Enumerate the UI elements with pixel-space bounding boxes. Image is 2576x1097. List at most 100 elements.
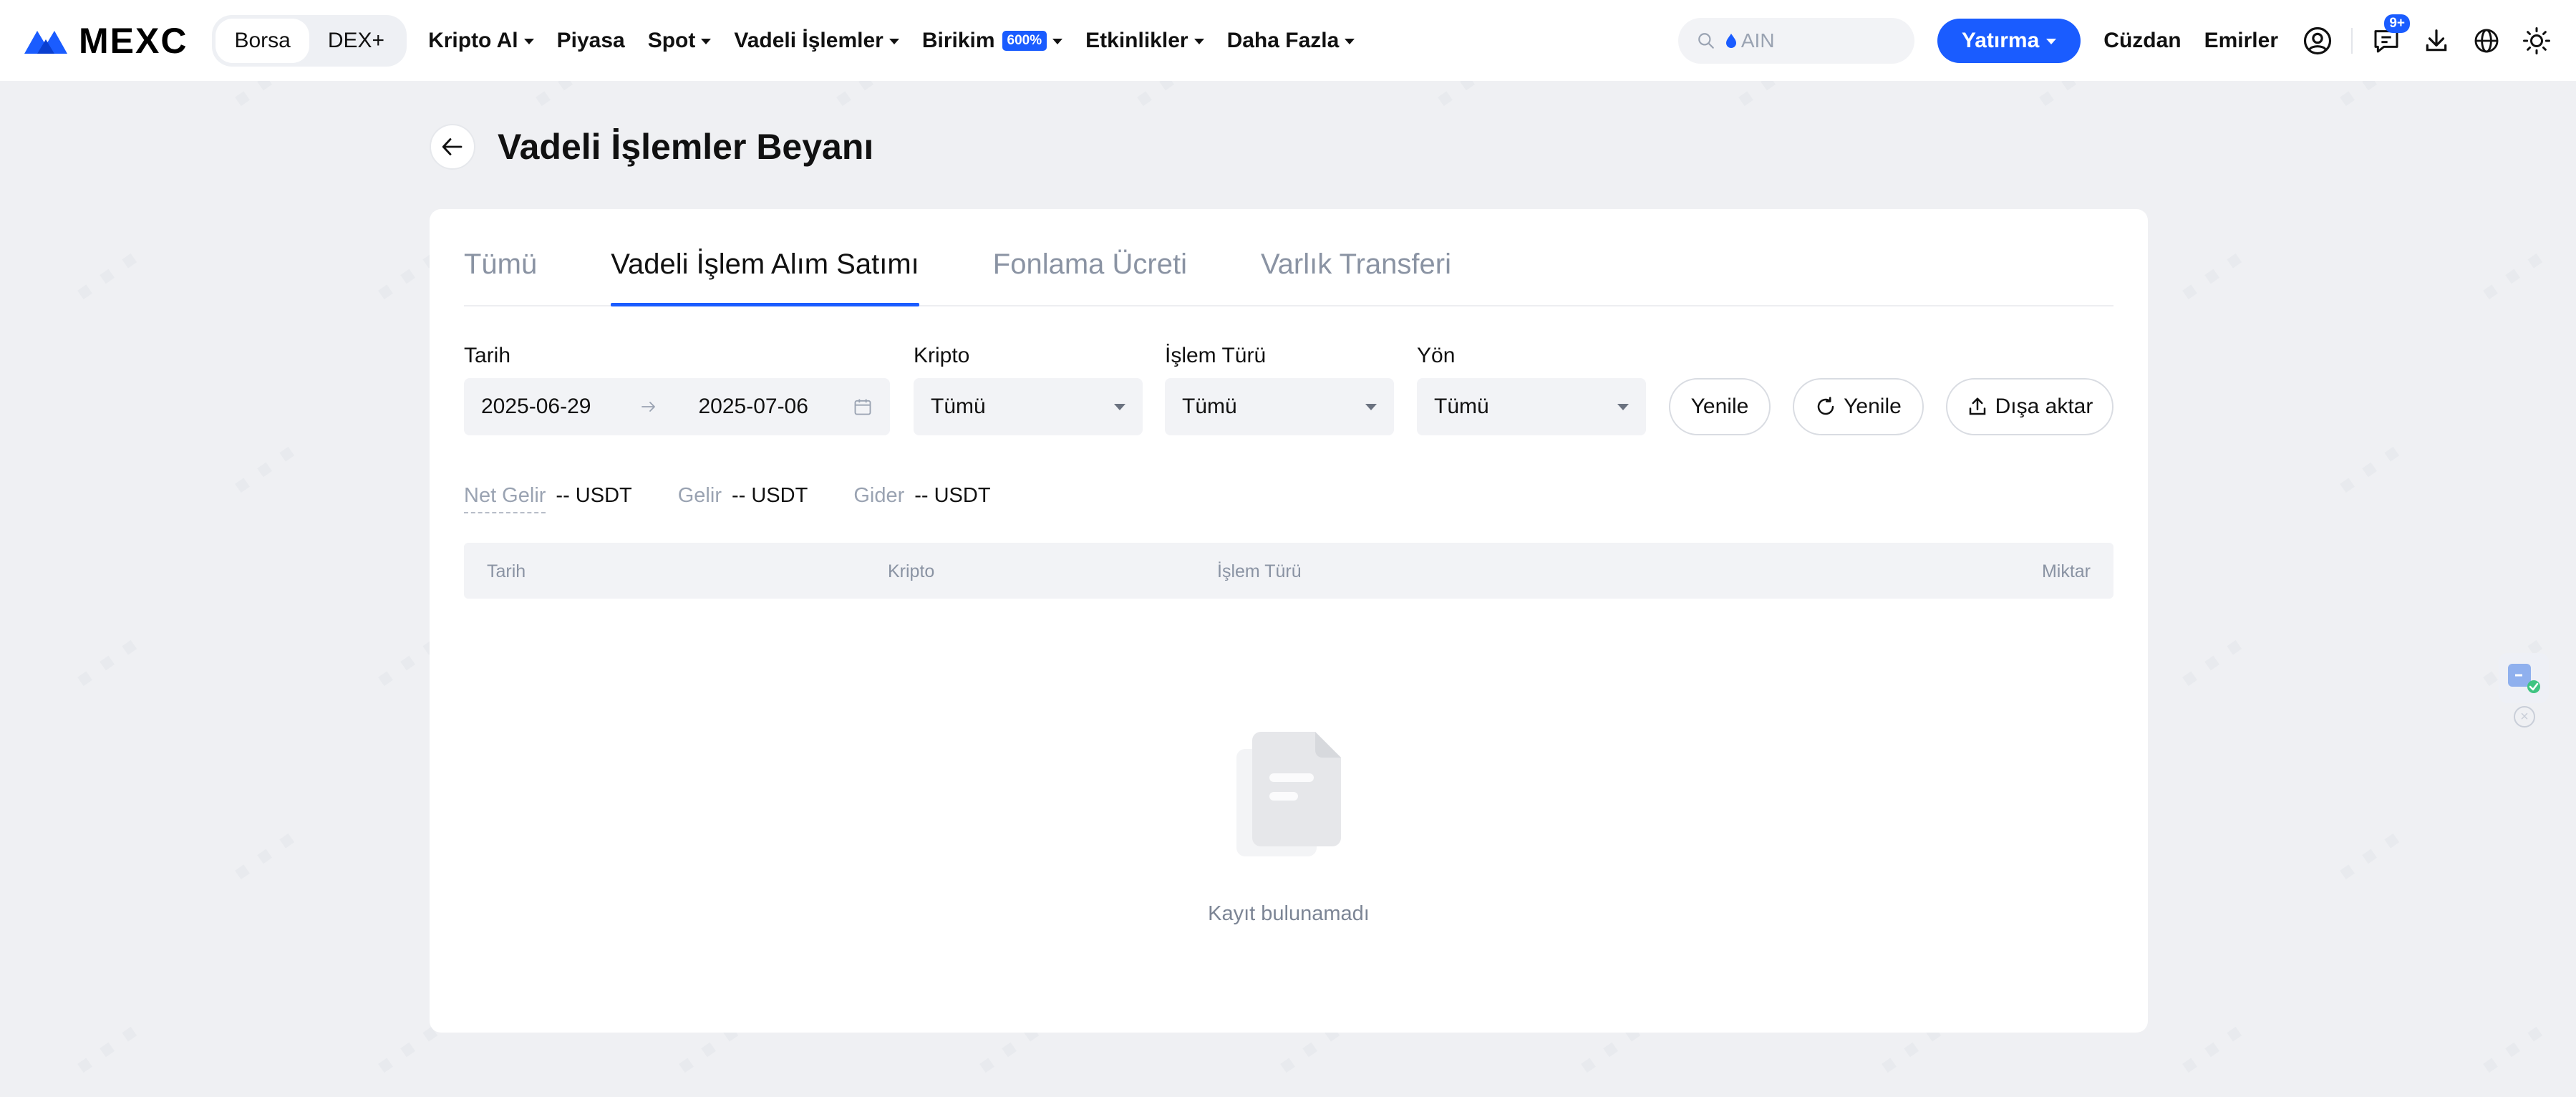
watermark-mark: ▪ ▪ ▪ (0, 816, 6, 895)
income-label: Gelir (677, 484, 722, 507)
caret-down-icon (888, 38, 899, 44)
search-input[interactable]: AIN (1677, 17, 1914, 64)
nav-daha-fazla[interactable]: Daha Fazla (1227, 29, 1355, 53)
watermark-mark: ▪ ▪ ▪ (2326, 816, 2411, 895)
segment-borsa[interactable]: Borsa (216, 18, 309, 63)
messages-icon[interactable]: 9+ (2370, 14, 2410, 57)
caret-down-icon (1052, 38, 1063, 44)
nav-label: Piyasa (556, 28, 625, 52)
expense-value: -- USDT (914, 484, 991, 507)
back-button[interactable] (430, 124, 475, 170)
user-icon[interactable] (2301, 24, 2334, 57)
notification-badge: 9+ (2384, 14, 2410, 33)
nav-kripto-al[interactable]: Kripto Al (428, 29, 534, 53)
arrow-right-icon (641, 402, 656, 412)
empty-document-icon (1236, 732, 1341, 856)
nav-label: Vadeli İşlemler (734, 28, 883, 52)
refresh-icon (1817, 397, 1834, 415)
deposit-label: Yatırma (1961, 28, 2040, 52)
reset-button[interactable]: Yenile (1669, 378, 1771, 435)
watermark-mark: ▪ ▪ ▪ (221, 816, 306, 895)
translate-icon (2508, 664, 2540, 693)
nav-piyasa[interactable]: Piyasa (557, 29, 625, 53)
column-header-islem-turu: İşlem Türü (1217, 561, 1302, 581)
date-start[interactable]: 2025-06-29 (481, 395, 591, 419)
date-end[interactable]: 2025-07-06 (698, 395, 808, 419)
segment-dex[interactable]: DEX+ (309, 19, 403, 63)
caret-down-icon (523, 38, 534, 44)
exchange-switcher: Borsa DEX+ (212, 14, 407, 67)
column-header-kripto: Kripto (888, 561, 935, 581)
divider (2351, 27, 2353, 54)
watermark-mark: ▪ ▪ ▪ (2469, 1009, 2555, 1088)
income-value: -- USDT (731, 484, 808, 507)
watermark-mark: ▪ ▪ ▪ (2469, 236, 2555, 315)
date-range-picker[interactable]: 2025-06-29 2025-07-06 (464, 378, 890, 435)
caret-down-icon (1114, 403, 1125, 410)
direction-select-value: Tümü (1434, 395, 1489, 418)
theme-sun-icon[interactable] (2520, 24, 2553, 57)
caret-down-icon (701, 38, 712, 44)
tab-fonlama-ucreti[interactable]: Fonlama Ücreti (993, 248, 1187, 305)
nav-birikim[interactable]: Birikim 600% (922, 29, 1063, 53)
refresh-button[interactable]: Yenile (1793, 378, 1924, 435)
tab-vadeli-islem-alim-satimi[interactable]: Vadeli İşlem Alım Satımı (611, 248, 919, 306)
empty-state: Kayıt bulunamadı (430, 730, 2148, 926)
type-select-value: Tümü (1182, 395, 1237, 418)
translate-widget[interactable] (2499, 653, 2549, 703)
watermark-mark: ▪ ▪ ▪ (2169, 622, 2254, 702)
mexc-logo[interactable]: MEXC (23, 20, 188, 62)
nav-label: Etkinlikler (1085, 28, 1188, 52)
header-actions: AIN Yatırma Cüzdan Emirler 9+ (1677, 14, 2553, 64)
type-select[interactable]: Tümü (1165, 378, 1394, 435)
flame-icon (1725, 33, 1736, 48)
crypto-label: Kripto (914, 344, 970, 367)
date-label: Tarih (464, 344, 511, 367)
nav-vadeli-islemler[interactable]: Vadeli İşlemler (734, 29, 899, 53)
nav-label: Spot (647, 28, 696, 52)
download-icon[interactable] (2420, 24, 2453, 57)
statement-tabs: Tümü Vadeli İşlem Alım Satımı Fonlama Üc… (464, 209, 2113, 306)
table-header: Tarih Kripto İşlem Türü Miktar (464, 543, 2113, 599)
watermark-mark: ▪ ▪ ▪ (221, 429, 306, 508)
search-placeholder: AIN (1725, 29, 1775, 52)
net-income-value: -- USDT (556, 484, 632, 507)
caret-down-icon (1365, 403, 1377, 410)
reset-label: Yenile (1690, 395, 1749, 418)
caret-down-icon (1345, 38, 1355, 44)
deposit-button[interactable]: Yatırma (1937, 18, 2081, 63)
nav-spot[interactable]: Spot (648, 29, 712, 53)
orders-link[interactable]: Emirler (2204, 29, 2278, 53)
watermark-mark: ▪ ▪ ▪ (64, 1009, 149, 1088)
nav-label: Daha Fazla (1226, 28, 1340, 52)
upload-icon (1969, 397, 1985, 415)
column-header-tarih: Tarih (487, 561, 526, 581)
type-label: İşlem Türü (1165, 344, 1267, 367)
direction-select[interactable]: Tümü (1417, 378, 1646, 435)
empty-message: Kayıt bulunamadı (1208, 902, 1370, 925)
nav-label: Kripto Al (428, 28, 518, 52)
arrow-left-icon (442, 138, 463, 155)
main-nav: Kripto Al Piyasa Spot Vadeli İşlemler Bi… (428, 29, 1355, 53)
tab-varlik-transferi[interactable]: Varlık Transferi (1261, 248, 1451, 305)
globe-icon[interactable] (2470, 24, 2503, 57)
close-widget-icon[interactable]: × (2514, 706, 2535, 728)
watermark-mark: ▪ ▪ ▪ (2169, 236, 2254, 315)
logo-text: MEXC (79, 20, 188, 61)
watermark-mark: ▪ ▪ ▪ (64, 622, 149, 702)
promo-badge: 600% (1002, 30, 1047, 51)
nav-etkinlikler[interactable]: Etkinlikler (1085, 29, 1204, 53)
tab-tumu[interactable]: Tümü (464, 248, 537, 305)
wallet-link[interactable]: Cüzdan (2103, 29, 2181, 53)
page-title: Vadeli İşlemler Beyanı (498, 127, 874, 167)
search-icon (1698, 32, 1714, 49)
direction-label: Yön (1417, 344, 1456, 367)
caret-down-icon (2046, 38, 2057, 44)
caret-down-icon (1617, 403, 1629, 410)
refresh-label: Yenile (1844, 395, 1902, 418)
mexc-logo-icon (24, 30, 67, 54)
watermark-mark: ▪ ▪ ▪ (0, 429, 6, 508)
net-income-label[interactable]: Net Gelir (464, 484, 546, 513)
crypto-select[interactable]: Tümü (914, 378, 1143, 435)
export-button[interactable]: Dışa aktar (1946, 378, 2113, 435)
